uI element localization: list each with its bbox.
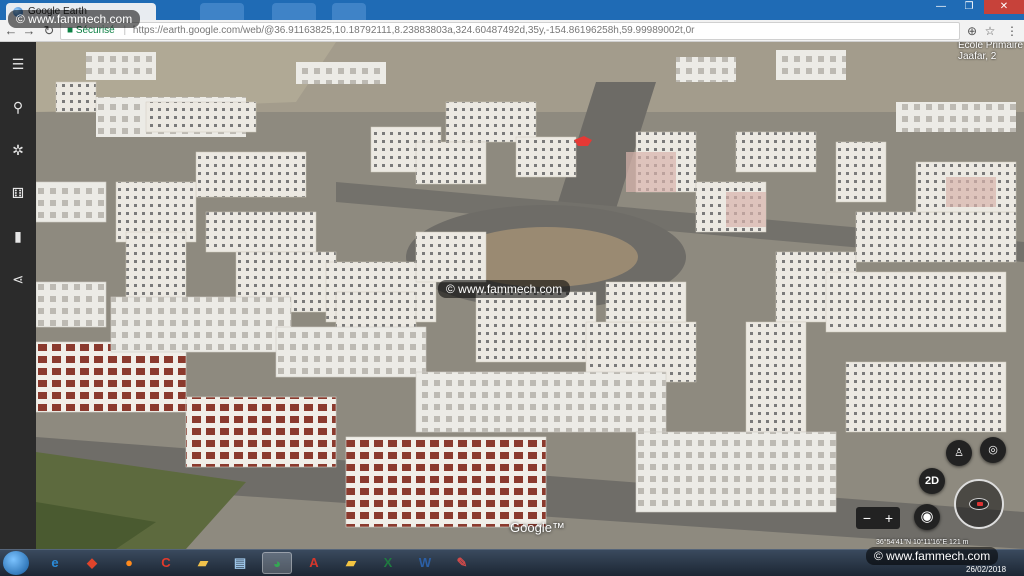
- close-button[interactable]: ✕: [984, 0, 1024, 14]
- paint-taskbar[interactable]: ✎: [447, 552, 477, 574]
- chrome-menu-icon[interactable]: ⋮: [1004, 22, 1020, 40]
- maximize-button[interactable]: ❐: [956, 0, 982, 14]
- start-button[interactable]: [3, 551, 29, 575]
- location-icon[interactable]: ⊕: [964, 22, 980, 40]
- voyager-icon[interactable]: ✲: [6, 138, 30, 162]
- url-input[interactable]: ■ Sécurisé | https://earth.google.com/we…: [60, 22, 960, 40]
- zoom-out-button[interactable]: −: [856, 507, 878, 529]
- minimize-button[interactable]: —: [928, 0, 954, 14]
- share-icon[interactable]: ⋖: [6, 267, 30, 291]
- menu-icon[interactable]: ☰: [6, 52, 30, 76]
- projects-icon[interactable]: ▮: [6, 224, 30, 248]
- url-text: https://earth.google.com/web/@36.9116382…: [132, 25, 695, 36]
- star-icon[interactable]: ☆: [982, 22, 998, 40]
- ccleaner-taskbar[interactable]: C: [151, 552, 181, 574]
- zoom-in-button[interactable]: +: [878, 507, 900, 529]
- zoom-controls: − +: [856, 507, 900, 529]
- ie-taskbar[interactable]: e: [40, 552, 70, 574]
- watermark-center: © www.fammech.com: [438, 280, 571, 298]
- watermark-top: © www.fammech.com: [8, 10, 141, 28]
- folder-taskbar[interactable]: ▰: [336, 552, 366, 574]
- place-label-line1: Ecole Primaire: [958, 42, 1024, 51]
- scanner-taskbar[interactable]: ▤: [225, 552, 255, 574]
- word-taskbar[interactable]: W: [410, 552, 440, 574]
- search-icon[interactable]: ⚲: [6, 95, 30, 119]
- place-label-line2: Jaafar, 2: [958, 51, 997, 62]
- clock-date: 26/02/2018: [966, 565, 1007, 574]
- tab-inactive[interactable]: [200, 3, 244, 20]
- view-2d-button[interactable]: 2D: [919, 468, 945, 494]
- globe-icon[interactable]: ◉: [914, 504, 940, 530]
- feeling-lucky-icon[interactable]: ⚅: [6, 181, 30, 205]
- excel-taskbar[interactable]: X: [373, 552, 403, 574]
- place-label[interactable]: Ecole Primaire Jaafar, 2: [958, 42, 1023, 62]
- browser-tab-bar: Google Earth — ❐ ✕: [0, 0, 1024, 20]
- tab-inactive[interactable]: [272, 3, 316, 20]
- compass-control[interactable]: [954, 479, 1004, 529]
- acrobat-taskbar[interactable]: A: [299, 552, 329, 574]
- earth-sidebar: ☰ ⚲ ✲ ⚅ ▮ ⋖: [0, 42, 36, 549]
- earth-map-view[interactable]: Ecole Primaire Jaafar, 2 © www.fammech.c…: [36, 42, 1024, 549]
- pegman-icon[interactable]: ♙: [946, 440, 972, 466]
- firefox-taskbar[interactable]: ●: [114, 552, 144, 574]
- chrome-taskbar[interactable]: ◕: [262, 552, 292, 574]
- watermark-bottom: © www.fammech.com: [866, 547, 999, 565]
- tab-inactive[interactable]: [332, 3, 366, 20]
- explorer-taskbar[interactable]: ▰: [188, 552, 218, 574]
- google-logo: Google™: [510, 520, 565, 535]
- my-location-icon[interactable]: ◎: [980, 437, 1006, 463]
- compass-needle-icon: [969, 498, 989, 510]
- media-taskbar[interactable]: ◆: [77, 552, 107, 574]
- address-bar: ← → ↻ ■ Sécurisé | https://earth.google.…: [0, 20, 1024, 42]
- map-coordinates-footer: 36°54'41"N 10°11'16"E 121 m: [876, 539, 969, 546]
